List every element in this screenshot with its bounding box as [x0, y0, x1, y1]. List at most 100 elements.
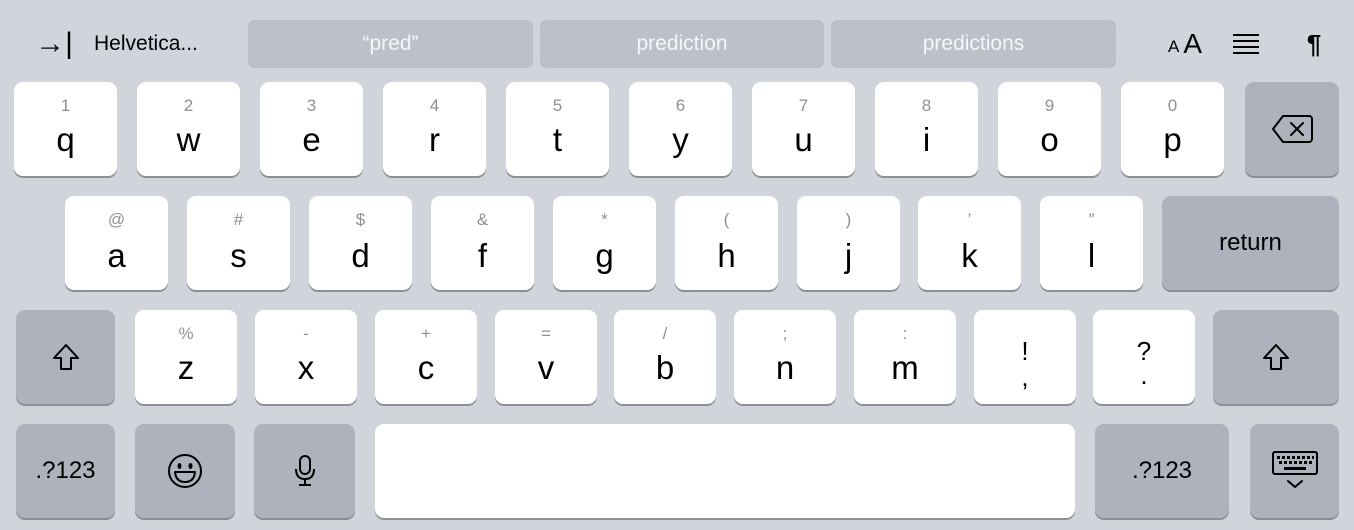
- font-name-button[interactable]: Helvetica...: [94, 24, 198, 64]
- delete-key[interactable]: [1245, 82, 1339, 176]
- numbers-key-left[interactable]: .?123: [16, 424, 115, 518]
- key-char: f: [477, 237, 488, 274]
- key-bottom-char: .: [1140, 360, 1148, 390]
- key-hint: (: [723, 210, 730, 229]
- key-hint: ’: [967, 210, 972, 229]
- key-g[interactable]: * g: [553, 196, 656, 290]
- shift-icon: [16, 310, 115, 404]
- key-y[interactable]: 6 y: [629, 82, 732, 176]
- key-hint: 9: [1044, 96, 1055, 115]
- key-exclaim-comma[interactable]: ! ,: [974, 310, 1076, 404]
- space-bar[interactable]: [375, 424, 1075, 518]
- key-char: i: [922, 121, 931, 158]
- key-char: b: [655, 349, 675, 386]
- delete-icon: [1245, 82, 1339, 176]
- key-hint: @: [107, 210, 126, 229]
- shift-key-right[interactable]: [1213, 310, 1339, 404]
- keyboard-dismiss-key[interactable]: [1250, 424, 1339, 518]
- key-hint: -: [303, 324, 309, 343]
- suggestion-2[interactable]: prediction: [540, 20, 824, 68]
- emoji-key[interactable]: [135, 424, 235, 518]
- key-char: z: [177, 349, 195, 386]
- key-hint: ”: [1088, 210, 1095, 229]
- key-r[interactable]: 4 r: [383, 82, 486, 176]
- key-hint: ): [845, 210, 852, 229]
- keyboard-dismiss-icon: [1250, 424, 1339, 518]
- key-v[interactable]: = v: [495, 310, 597, 404]
- emoji-icon: [135, 424, 235, 518]
- key-char: v: [537, 349, 555, 386]
- key-t[interactable]: 5 t: [506, 82, 609, 176]
- text-align-icon[interactable]: [1228, 24, 1264, 64]
- key-hint: +: [421, 324, 431, 343]
- key-w[interactable]: 2 w: [137, 82, 240, 176]
- microphone-icon: [254, 424, 355, 518]
- suggestion-1[interactable]: “pred”: [248, 20, 533, 68]
- key-hint: :: [902, 324, 908, 343]
- key-char: k: [961, 237, 978, 274]
- key-char: r: [429, 121, 440, 158]
- key-z[interactable]: % z: [135, 310, 237, 404]
- key-b[interactable]: / b: [614, 310, 716, 404]
- key-l[interactable]: ” l: [1040, 196, 1143, 290]
- key-a[interactable]: @ a: [65, 196, 168, 290]
- key-char: y: [672, 121, 689, 158]
- key-q[interactable]: 1 q: [14, 82, 117, 176]
- key-o[interactable]: 9 o: [998, 82, 1101, 176]
- key-p[interactable]: 0 p: [1121, 82, 1224, 176]
- key-char: p: [1163, 121, 1182, 158]
- key-n[interactable]: ; n: [734, 310, 836, 404]
- key-char: q: [56, 121, 75, 158]
- numbers-label: .?123: [35, 457, 96, 484]
- ipad-keyboard: →| Helvetica... “pred” prediction predic…: [0, 0, 1354, 530]
- key-h[interactable]: ( h: [675, 196, 778, 290]
- key-char: n: [775, 349, 795, 386]
- key-s[interactable]: # s: [187, 196, 290, 290]
- key-char: h: [717, 237, 736, 274]
- font-size-small-label: A: [1167, 37, 1180, 56]
- numbers-key-right[interactable]: .?123: [1095, 424, 1229, 518]
- key-hint: 3: [306, 96, 317, 115]
- key-m[interactable]: : m: [854, 310, 956, 404]
- font-size-button[interactable]: A A: [1160, 22, 1210, 66]
- dictation-key[interactable]: [254, 424, 355, 518]
- key-e[interactable]: 3 e: [260, 82, 363, 176]
- shortcut-bar: →| Helvetica... “pred” prediction predic…: [0, 0, 1354, 76]
- key-hint: *: [601, 210, 608, 229]
- key-u[interactable]: 7 u: [752, 82, 855, 176]
- return-key[interactable]: return: [1162, 196, 1339, 290]
- key-d[interactable]: $ d: [309, 196, 412, 290]
- pilcrow-icon[interactable]: ¶: [1296, 24, 1332, 64]
- key-char: j: [844, 237, 853, 274]
- key-hint: 6: [675, 96, 686, 115]
- key-char: s: [230, 237, 247, 274]
- key-x[interactable]: - x: [255, 310, 357, 404]
- key-char: c: [417, 349, 435, 386]
- suggestion-3[interactable]: predictions: [831, 20, 1116, 68]
- key-char: o: [1040, 121, 1059, 158]
- key-hint: ;: [782, 324, 788, 343]
- key-i[interactable]: 8 i: [875, 82, 978, 176]
- key-question-period[interactable]: ? .: [1093, 310, 1195, 404]
- key-hint: 7: [798, 96, 809, 115]
- key-char: m: [891, 349, 919, 386]
- shift-key-left[interactable]: [16, 310, 115, 404]
- key-hint: 1: [60, 96, 71, 115]
- numbers-label: .?123: [1131, 457, 1193, 484]
- key-char: g: [595, 237, 614, 274]
- key-j[interactable]: ) j: [797, 196, 900, 290]
- key-char: t: [552, 121, 563, 158]
- tab-icon[interactable]: →|: [30, 24, 78, 64]
- key-c[interactable]: + c: [375, 310, 477, 404]
- key-hint: /: [662, 324, 668, 343]
- key-hint: 8: [921, 96, 932, 115]
- key-k[interactable]: ’ k: [918, 196, 1021, 290]
- key-hint: 4: [429, 96, 440, 115]
- key-hint: $: [355, 210, 366, 229]
- key-f[interactable]: & f: [431, 196, 534, 290]
- key-char: d: [351, 237, 370, 274]
- key-char: x: [297, 349, 315, 386]
- key-hint: 2: [183, 96, 194, 115]
- font-size-big-label: A: [1183, 28, 1203, 59]
- return-label: return: [1219, 229, 1282, 256]
